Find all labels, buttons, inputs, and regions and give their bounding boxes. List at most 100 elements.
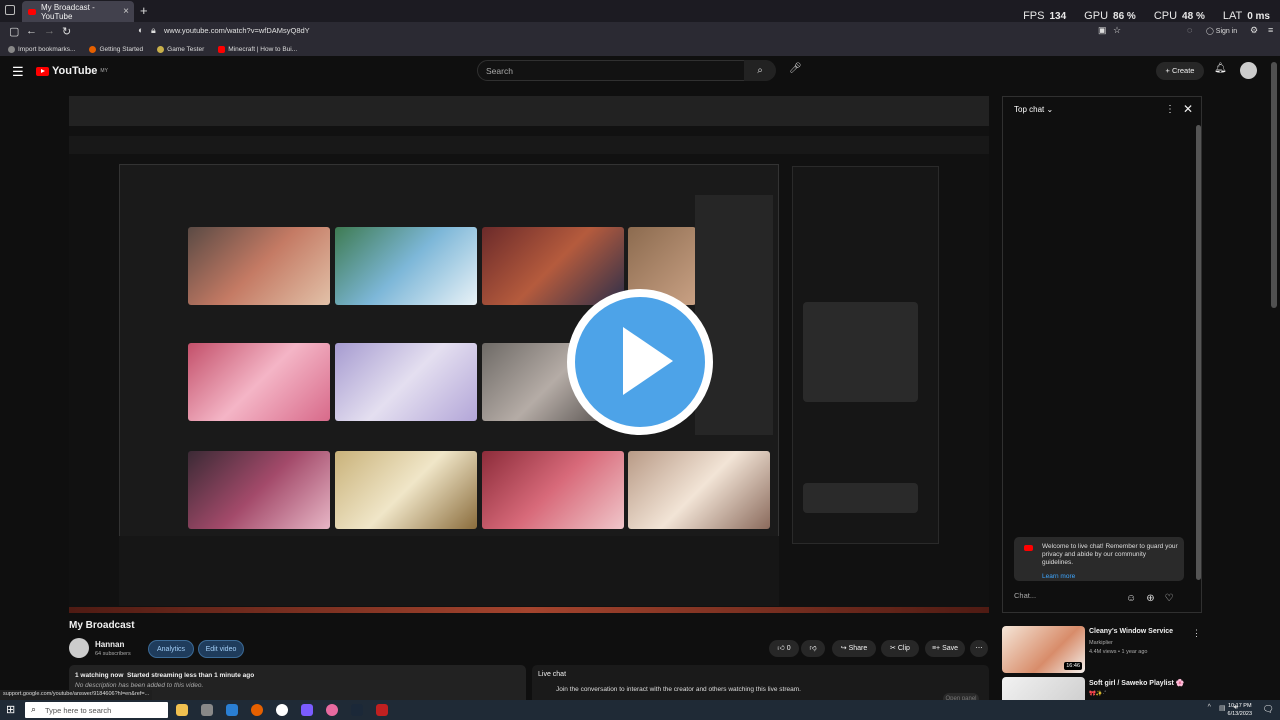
related-thumbnail[interactable]: 16:46 — [1002, 626, 1085, 673]
file-explorer-icon[interactable] — [176, 704, 188, 716]
related-meta: 4.4M views • 1 year ago — [1089, 649, 1148, 655]
firefox-icon[interactable] — [251, 704, 263, 716]
shield-icon[interactable]: ◐ — [138, 25, 143, 35]
more-actions-icon[interactable]: ⋯ — [970, 640, 988, 657]
create-button[interactable]: + Create — [1156, 62, 1204, 80]
edit-video-button[interactable]: Edit video — [198, 640, 244, 658]
emoji-icon[interactable]: ☺ — [1126, 593, 1136, 604]
learn-more-link[interactable]: Learn more — [1042, 573, 1178, 581]
nested-thumbnail — [482, 227, 624, 305]
mail-icon[interactable] — [226, 704, 238, 716]
related-video[interactable]: 16:46 Cleany's Window Service Markiplier… — [1002, 626, 1201, 673]
live-chat-prompt: Join the conversation to interact with t… — [556, 686, 801, 693]
nested-chat-welcome — [803, 483, 918, 513]
sign-in-button[interactable]: ◯ Sign in — [1206, 27, 1237, 35]
forward-icon[interactable]: → — [44, 25, 55, 37]
sidebar-toggle-icon[interactable]: ▢ — [9, 25, 19, 38]
bookmark-minecraft[interactable]: Minecraft | How to Bui... — [218, 45, 297, 53]
youtube-logo[interactable]: YouTube MY — [36, 65, 108, 77]
steam-icon[interactable] — [351, 704, 363, 716]
close-tab-icon[interactable]: × — [123, 6, 129, 17]
video-title: My Broadcast — [69, 620, 135, 631]
search-button[interactable]: ⌕ — [744, 60, 776, 81]
related-title[interactable]: Soft girl / Saweko Playlist 🌸 — [1089, 679, 1184, 687]
chat-welcome-message: Welcome to live chat! Remember to guard … — [1014, 537, 1184, 581]
channel-name[interactable]: Hannan — [95, 640, 124, 649]
search-icon: ⌕ — [31, 704, 37, 714]
app-icon[interactable] — [326, 704, 338, 716]
notifications-icon[interactable]: 🔔︎ — [1214, 63, 1227, 74]
more-options-icon[interactable]: ⋮ — [1192, 628, 1201, 639]
bookmarks-bar: Import bookmarks... Getting Started Game… — [0, 42, 1280, 56]
menu-icon[interactable]: ☰ — [12, 64, 24, 80]
thumbs-down-icon: 👎︎ — [809, 645, 817, 652]
tab-list-icon[interactable] — [5, 5, 15, 15]
app-icon[interactable] — [376, 704, 388, 716]
save-button[interactable]: ≡+ Save — [925, 640, 965, 657]
status-link-url: support.google.com/youtube/answer/918460… — [0, 690, 153, 700]
nested-chat-panel — [792, 166, 939, 544]
taskbar-search-input[interactable]: ⌕ Type here to search — [25, 702, 168, 718]
bookmark-game-tester[interactable]: Game Tester — [157, 45, 204, 53]
page-scrollbar[interactable] — [1271, 62, 1277, 308]
account-avatar[interactable] — [1240, 62, 1257, 79]
nested-browser-chrome — [69, 96, 989, 126]
bookmark-getting-started[interactable]: Getting Started — [89, 45, 143, 53]
search-icon: ⌕ — [757, 65, 763, 76]
chevron-up-icon[interactable]: ^ — [1208, 704, 1211, 712]
nested-dropdown-menu — [695, 195, 773, 435]
browser-tab[interactable]: My Broadcast - YouTube × — [22, 1, 134, 22]
microphone-icon[interactable]: 🎤︎ — [789, 63, 802, 74]
tab-title: My Broadcast - YouTube — [40, 2, 95, 21]
url-bar[interactable]: www.youtube.com/watch?v=wfDAMsyQ8dY — [164, 26, 310, 35]
progress-bar[interactable] — [69, 607, 989, 613]
nested-chat-popup — [803, 302, 918, 402]
back-icon[interactable]: ← — [26, 25, 37, 37]
picture-in-picture-icon[interactable]: ▣ — [1098, 25, 1107, 36]
nested-thumbnail — [335, 343, 477, 421]
store-icon[interactable] — [201, 704, 213, 716]
search-input[interactable]: Search — [477, 60, 775, 81]
pocket-icon[interactable]: ◌ — [1187, 25, 1192, 35]
video-player[interactable] — [69, 96, 989, 613]
analytics-button[interactable]: Analytics — [148, 640, 194, 658]
heart-icon[interactable]: ♡ — [1165, 593, 1174, 604]
obs-icon[interactable] — [276, 704, 288, 716]
share-button[interactable]: ↪ Share — [832, 640, 876, 657]
lock-icon[interactable]: 🔒︎ — [151, 25, 156, 36]
related-video[interactable]: Soft girl / Saweko Playlist 🌸 🎀✨·˚ ⋮ — [1002, 677, 1192, 700]
chat-input[interactable]: Chat... — [1014, 591, 1124, 607]
extensions-icon[interactable]: ⚙ — [1250, 25, 1258, 36]
clip-button[interactable]: ✂ Clip — [881, 640, 919, 657]
related-channel[interactable]: 🎀✨·˚ — [1089, 691, 1106, 697]
more-options-icon[interactable]: ⋮ — [1165, 104, 1175, 115]
live-chat-panel: Top chat ⌄ ⋮ ✕ Welcome to live chat! Rem… — [1002, 96, 1202, 613]
reload-icon[interactable]: ↻ — [62, 25, 71, 38]
chat-scrollbar[interactable] — [1196, 125, 1201, 580]
notification-center-icon[interactable]: 🗨︎ — [1263, 704, 1274, 715]
like-button[interactable]: 👍︎ 0 — [769, 640, 799, 657]
bookmark-star-icon[interactable]: ☆ — [1113, 25, 1121, 36]
app-menu-icon[interactable]: ≡ — [1268, 25, 1273, 35]
play-button-icon[interactable] — [567, 289, 713, 435]
chat-mode-dropdown[interactable]: Top chat ⌄ — [1014, 105, 1053, 114]
windows-start-icon[interactable]: ⊞ — [6, 703, 15, 716]
channel-avatar[interactable] — [69, 638, 89, 658]
new-tab-button[interactable]: + — [140, 3, 148, 18]
system-clock[interactable]: 10:17 PM 6/13/2023 — [1228, 702, 1252, 718]
nested-thumbnail — [482, 451, 624, 529]
related-title[interactable]: Cleany's Window Service — [1089, 628, 1173, 635]
description-stats: 1 watching now Started streaming less th… — [75, 672, 255, 679]
stream-preview — [69, 96, 989, 613]
close-icon[interactable]: ✕ — [1183, 102, 1193, 116]
app-icon[interactable] — [301, 704, 313, 716]
add-icon[interactable]: ⊕ — [1146, 593, 1154, 604]
nested-thumbnail — [188, 451, 330, 529]
dislike-button[interactable]: 👎︎ — [801, 640, 825, 657]
windows-taskbar: ⊞ ⌕ Type here to search ^ ▤ 🔊︎ 10:17 PM 6… — [0, 700, 1280, 720]
bookmark-import[interactable]: Import bookmarks... — [8, 45, 75, 53]
network-icon[interactable]: ▤ — [1219, 704, 1226, 712]
related-channel[interactable]: Markiplier — [1089, 640, 1113, 646]
nested-thumbnail — [628, 451, 770, 529]
related-thumbnail[interactable] — [1002, 677, 1085, 700]
